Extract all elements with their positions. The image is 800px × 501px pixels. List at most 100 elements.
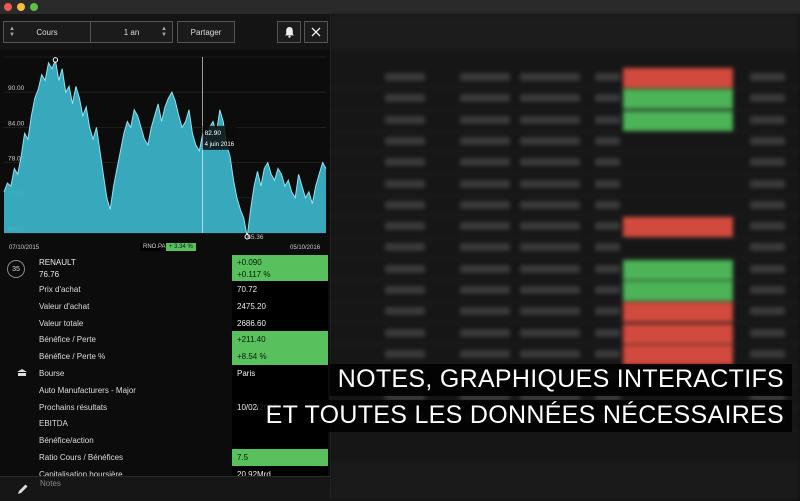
change-badge: + 3.34 % — [166, 243, 196, 251]
change-cell — [623, 217, 733, 238]
table-cell — [385, 286, 425, 294]
table-cell — [595, 179, 620, 188]
row-value-cell: 7.5 — [232, 448, 328, 466]
quantity-badge: 35 — [7, 260, 25, 278]
table-cell — [520, 73, 580, 81]
table-cell — [385, 158, 425, 167]
table-cell — [520, 243, 580, 252]
table-cell — [595, 94, 620, 103]
table-cell — [520, 200, 580, 209]
row-value-cell: +8.54 % — [232, 348, 328, 365]
table-cell — [595, 264, 620, 273]
table-cell — [385, 307, 425, 316]
hover-price: 82.90 — [205, 130, 222, 137]
share-button[interactable]: Partager — [177, 21, 235, 43]
table-cell — [750, 222, 785, 231]
table-cell — [595, 222, 620, 231]
price-chart-svg[interactable]: 96.0090.0084.0078.0072.0066.0095.5165.36… — [0, 55, 330, 241]
table-cell — [385, 136, 425, 145]
table-cell — [460, 158, 510, 167]
data-row: Bénéfice / Perte +211.40 — [0, 331, 330, 349]
table-cell — [520, 286, 580, 294]
change-cell — [623, 68, 733, 88]
table-cell — [750, 200, 785, 209]
bell-icon — [284, 27, 294, 38]
table-cell — [520, 349, 580, 358]
table-row — [330, 132, 800, 153]
table-cell — [460, 328, 510, 337]
table-row — [330, 68, 800, 89]
price-area — [4, 59, 326, 237]
ticker-label: RNO.PA — [140, 243, 169, 251]
table-cell — [385, 94, 425, 103]
table-cell — [385, 179, 425, 188]
table-cell — [750, 136, 785, 145]
table-cell — [385, 222, 425, 231]
data-row: Bénéfice/action — [0, 432, 330, 449]
table-cell — [595, 158, 620, 167]
table-cell — [460, 307, 510, 316]
table-cell — [595, 349, 620, 358]
table-row — [330, 89, 800, 111]
table-cell — [520, 158, 580, 167]
table-cell — [520, 222, 580, 231]
table-row — [330, 323, 800, 345]
zoom-window-button[interactable] — [30, 3, 38, 11]
change-cell — [623, 344, 733, 365]
data-row: Valeur d'achat 2475.20 — [0, 297, 330, 315]
market-icon — [16, 368, 28, 377]
x-end-label: 05/10/2016 — [290, 245, 321, 251]
mode-select[interactable]: ▲ ▼ Cours — [3, 21, 91, 43]
table-cell — [520, 136, 580, 145]
change-percent: +0.117 % — [237, 270, 271, 279]
table-cell — [750, 286, 785, 294]
minimize-window-button[interactable] — [17, 3, 25, 11]
table-row — [330, 281, 800, 302]
table-cell — [460, 115, 510, 124]
close-button[interactable] — [304, 21, 328, 43]
y-tick-label: 96.00 — [8, 55, 25, 57]
y-tick-label: 84.00 — [8, 120, 25, 127]
row-label: Valeur totale — [39, 318, 84, 328]
table-cell — [595, 328, 620, 337]
data-row: Prix d'achat 70.72 — [0, 281, 330, 298]
stock-header-row: 35 RENAULT 76.76 +0.090 +0.117 % — [0, 255, 330, 281]
row-value: +211.40 — [237, 335, 266, 345]
table-cell — [460, 349, 510, 358]
table-row — [330, 175, 800, 196]
data-row: Bénéfice / Perte % +8.54 % — [0, 348, 330, 365]
row-value-cell — [232, 381, 328, 399]
table-cell — [520, 328, 580, 337]
table-cell — [520, 94, 580, 103]
table-row — [330, 259, 800, 281]
row-label: Bénéfice/action — [39, 436, 94, 446]
table-cell — [750, 349, 785, 358]
detail-toolbar: ▲ ▼ Cours 1 an ▲ ▼ Partager — [0, 14, 330, 50]
notes-bar[interactable]: Notes — [0, 476, 330, 501]
row-value: +8.54 % — [237, 352, 267, 362]
row-value-cell: +211.40 — [232, 331, 328, 349]
table-cell — [595, 115, 620, 124]
caption-line-1: NOTES, GRAPHIQUES INTERACTIFS — [329, 364, 792, 396]
row-value: 70.72 — [237, 285, 258, 294]
window-titlebar — [0, 0, 800, 14]
max-label: 95.51 — [59, 61, 76, 68]
table-cell — [520, 264, 580, 273]
close-window-button[interactable] — [4, 3, 12, 11]
change-cell — [623, 110, 733, 131]
min-label: 65.36 — [247, 234, 264, 241]
close-icon — [311, 27, 321, 37]
row-label: Ratio Cours / Bénéfices — [39, 452, 124, 462]
table-cell — [460, 264, 510, 273]
notes-placeholder: Notes — [40, 479, 61, 488]
period-select[interactable]: 1 an ▲ ▼ — [90, 21, 173, 43]
table-cell — [595, 73, 620, 81]
price-chart[interactable]: 96.0090.0084.0078.0072.0066.0095.5165.36… — [0, 55, 330, 241]
alert-button[interactable] — [277, 21, 301, 43]
table-cell — [520, 179, 580, 188]
table-cell — [750, 264, 785, 273]
table-cell — [460, 286, 510, 294]
change-cell — [623, 281, 733, 301]
table-cell — [750, 328, 785, 337]
table-row — [330, 196, 800, 217]
